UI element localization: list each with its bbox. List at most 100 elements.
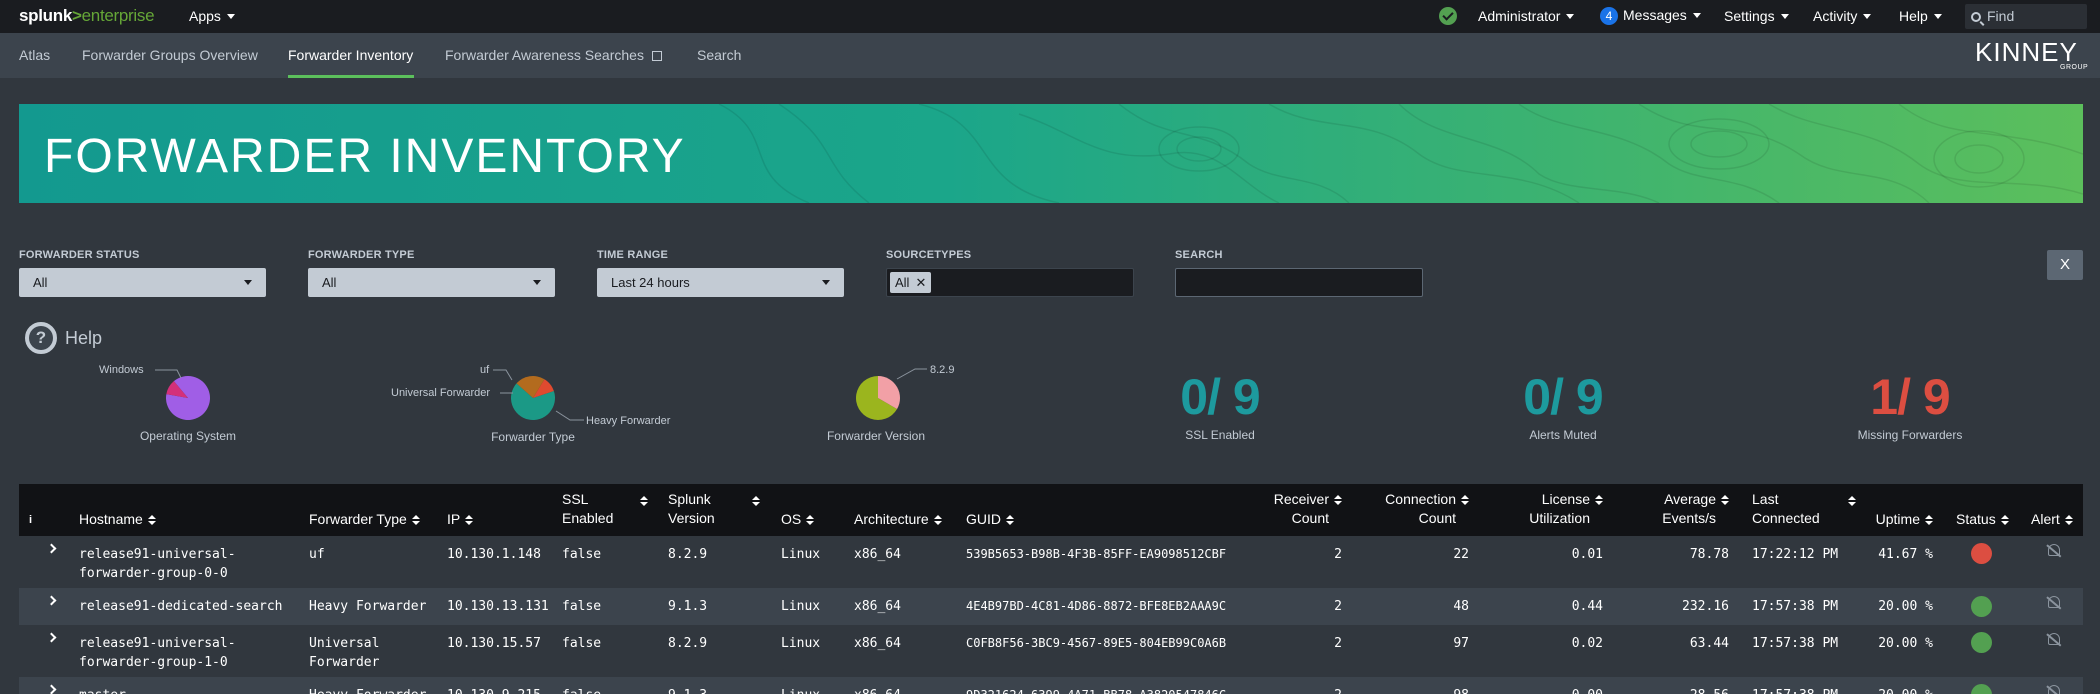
nav-forwarder-awareness-searches[interactable]: Forwarder Awareness Searches	[445, 47, 662, 63]
sort-icon[interactable]	[1848, 496, 1856, 507]
kinney-group-logo-sub: GROUP	[2060, 64, 2089, 71]
close-icon[interactable]: ✕	[915, 275, 926, 290]
messages-menu[interactable]: 4 Messages	[1600, 7, 1701, 25]
forwarder-status-select[interactable]: All	[19, 268, 266, 297]
cell-arch: x86_64	[854, 636, 901, 651]
chevron-right-icon[interactable]	[46, 632, 57, 643]
administrator-menu[interactable]: Administrator	[1478, 8, 1575, 24]
clear-filters-button[interactable]: X	[2047, 250, 2083, 280]
pie-slice[interactable]	[878, 376, 901, 409]
forwarder-type-value: All	[322, 275, 337, 290]
pie-slice[interactable]	[533, 379, 554, 398]
alerts-muted-value: 0/ 9	[1523, 369, 1603, 425]
cell-uptime: 20.00 %	[1878, 636, 1933, 651]
col-average-label-1: Average	[1664, 491, 1716, 507]
cell-connection: 22	[1453, 547, 1469, 562]
cell-hostname: forwarder-group-0-0	[79, 566, 228, 581]
time-range-select[interactable]: Last 24 hours	[597, 268, 844, 297]
sort-icon	[411, 514, 420, 526]
help-menu[interactable]: Help	[1899, 8, 1942, 24]
pie-slice[interactable]	[166, 375, 211, 420]
find-input[interactable]: Find	[1965, 4, 2087, 29]
sourcetype-chip[interactable]: All ✕	[890, 272, 932, 293]
help-menu-label: Help	[1899, 8, 1928, 24]
cell-guid: 9D321624-6399-4A71-BB78-A3820547846C	[966, 686, 1226, 694]
table-row[interactable]: release91-dedicated-search Heavy Forwarde…	[19, 588, 2083, 625]
col-status[interactable]: Status	[1956, 510, 2009, 529]
apps-menu[interactable]: Apps	[189, 8, 235, 24]
logo-gt-text: >	[72, 6, 82, 25]
col-last-connected[interactable]: Last Connected	[1752, 490, 1820, 528]
cell-hostname: master	[79, 686, 126, 694]
settings-menu[interactable]: Settings	[1724, 8, 1789, 24]
col-os-label: OS	[781, 511, 802, 527]
cell-version: 9.1.3	[668, 599, 708, 614]
col-alert[interactable]: Alert	[2031, 510, 2073, 529]
nav-forwarder-groups-overview[interactable]: Forwarder Groups Overview	[82, 47, 258, 63]
sort-icon	[1595, 494, 1603, 506]
search-input[interactable]	[1175, 268, 1423, 297]
nav-search[interactable]: Search	[697, 47, 741, 63]
sort-icon	[933, 514, 942, 526]
col-receiver-count[interactable]: Receiver Count	[1274, 490, 1342, 528]
col-guid[interactable]: GUID	[966, 510, 1014, 529]
pie-slice[interactable]	[166, 381, 188, 398]
chevron-down-icon	[1692, 12, 1701, 18]
cell-license: 0.00	[1572, 686, 1603, 694]
col-architecture[interactable]: Architecture	[854, 510, 942, 529]
sort-icon[interactable]	[640, 496, 648, 507]
sourcetypes-multiselect[interactable]: All ✕	[886, 268, 1134, 297]
forwarder-type-select[interactable]: All	[308, 268, 555, 297]
splunk-logo[interactable]: splunk>enterprise	[19, 6, 155, 26]
cell-guid: 4E4B97BD-4C81-4D86-8872-BFE8EB2AAA9C	[966, 599, 1227, 613]
col-ssl-enabled[interactable]: SSL Enabled	[562, 490, 613, 528]
question-mark-glyph: ?	[29, 326, 53, 350]
chevron-right-icon[interactable]	[46, 684, 57, 694]
chart-title-forwarder-type: Forwarder Type	[491, 430, 575, 444]
col-splunk-label-2: Version	[668, 510, 715, 526]
col-ssl-label-1: SSL	[562, 491, 589, 507]
bell-muted-icon[interactable]	[2048, 544, 2060, 556]
col-license-utilization[interactable]: License Utilization	[1529, 490, 1603, 528]
col-hostname[interactable]: Hostname	[79, 510, 156, 529]
col-forwarder-type[interactable]: Forwarder Type	[309, 510, 420, 529]
col-ip[interactable]: IP	[447, 510, 474, 529]
nav-atlas[interactable]: Atlas	[19, 47, 50, 63]
table-row[interactable]: release91-universal-forwarder-group-1-0 U…	[19, 625, 2083, 677]
cell-ssl: false	[562, 636, 602, 651]
help-link[interactable]: Help	[65, 328, 102, 349]
nav-forwarder-inventory[interactable]: Forwarder Inventory	[288, 47, 413, 63]
col-splunk-version[interactable]: Splunk Version	[668, 490, 715, 528]
col-os[interactable]: OS	[781, 510, 815, 529]
pie-slice[interactable]	[511, 383, 555, 420]
cell-receiver: 2	[1334, 599, 1342, 614]
sourcetype-chip-label: All	[895, 275, 910, 290]
bell-muted-icon[interactable]	[2048, 633, 2060, 645]
table-row[interactable]: master Heavy Forwarder 10.130.9.215 false 9.…	[19, 677, 2083, 694]
cell-hostname: forwarder-group-1-0	[79, 655, 228, 670]
col-average-events[interactable]: Average Events/s	[1662, 490, 1729, 528]
apps-label: Apps	[189, 8, 221, 24]
col-receiver-label-2: Count	[1291, 510, 1329, 526]
active-tab-indicator	[288, 75, 414, 78]
chevron-right-icon[interactable]	[46, 543, 57, 554]
sort-icon[interactable]	[752, 496, 760, 507]
chevron-down-icon	[1863, 13, 1872, 19]
bell-muted-icon[interactable]	[2048, 596, 2060, 608]
cell-ftype: Forwarder	[309, 655, 380, 670]
chevron-right-icon[interactable]	[46, 595, 57, 606]
cell-ip: 10.130.13.131	[447, 599, 549, 614]
table-row[interactable]: release91-universal-forwarder-group-0-0 u…	[19, 536, 2083, 588]
pie-leader-line	[155, 369, 182, 379]
question-icon[interactable]: ?	[25, 322, 57, 354]
col-uptime[interactable]: Uptime	[1876, 510, 1933, 529]
check-circle-icon[interactable]	[1439, 7, 1457, 25]
activity-menu[interactable]: Activity	[1813, 8, 1872, 24]
bell-muted-icon[interactable]	[2048, 685, 2060, 694]
chart-title-os: Operating System	[139, 429, 237, 443]
pie-slice[interactable]	[855, 376, 898, 420]
col-connection-count[interactable]: Connection Count	[1385, 490, 1469, 528]
pie-label-universal-forwarder: Universal Forwarder	[391, 387, 491, 399]
sort-icon	[1461, 494, 1469, 506]
pie-slice[interactable]	[516, 376, 545, 398]
